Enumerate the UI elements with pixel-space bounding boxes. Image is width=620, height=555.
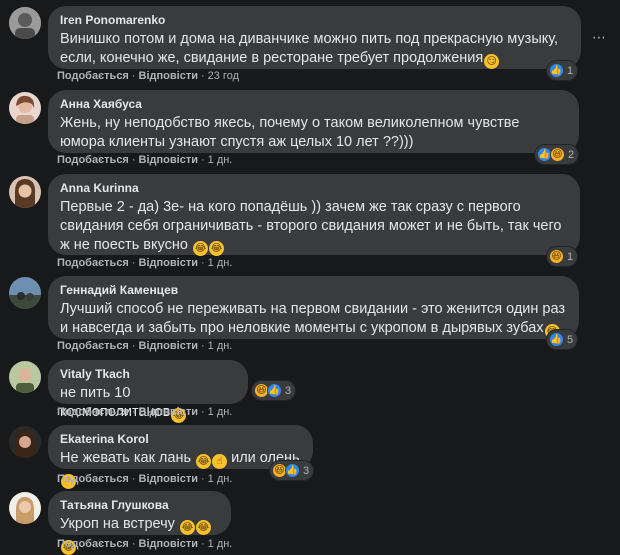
comment-text: Лучший способ не переживать на первом св… — [60, 300, 567, 339]
like-link[interactable]: Подобається — [57, 473, 129, 485]
comment-author[interactable]: Ekaterina Korol — [60, 432, 301, 447]
reaction-count: 3 — [285, 384, 292, 397]
comment-bubble: Anna Kurinna Первые 2 - да) 3е- на кого … — [48, 174, 580, 256]
reply-link[interactable]: Відповісти — [139, 406, 198, 418]
like-icon: 👍 — [267, 383, 282, 398]
comment-bubble: Татьяна Глушкова Укроп на встречу 😂 😂😂 — [48, 491, 231, 555]
comment-text: Первые 2 - да) 3е- на кого попадёшь )) з… — [60, 199, 562, 256]
like-link[interactable]: Подобається — [57, 340, 129, 352]
comment-actions: Подобається · Відповісти · 1 дн. — [57, 340, 233, 352]
haha-icon: 😆 — [550, 147, 565, 162]
reaction-count: 3 — [303, 464, 310, 477]
reaction-summary[interactable]: 😆 👍 3 — [252, 381, 296, 400]
comment-text: Жень, ну неподобство якесь, почему о так… — [60, 115, 520, 150]
like-link[interactable]: Подобається — [57, 257, 129, 269]
comment-time[interactable]: 1 дн. — [208, 257, 233, 269]
laughing-emoji: 😂 — [192, 241, 208, 256]
like-link[interactable]: Подобається — [57, 406, 129, 418]
avatar[interactable] — [9, 426, 41, 458]
comment-actions: Подобається · Відповісти · 1 дн. — [57, 257, 233, 269]
comment-time[interactable]: 23 год — [208, 70, 239, 82]
reaction-count: 2 — [568, 148, 575, 161]
haha-icon: 😆 — [549, 249, 564, 264]
laughing-emoji: 😂 — [195, 520, 211, 535]
like-icon: 👍 — [549, 63, 564, 78]
comment-author[interactable]: Anna Kurinna — [60, 181, 568, 196]
reply-link[interactable]: Відповісти — [139, 70, 198, 82]
reaction-summary[interactable]: 👍 1 — [547, 61, 578, 80]
avatar[interactable] — [9, 176, 41, 208]
reply-link[interactable]: Відповісти — [139, 340, 198, 352]
reply-link[interactable]: Відповісти — [139, 538, 198, 550]
avatar[interactable] — [9, 492, 41, 524]
reaction-summary[interactable]: 👍 5 — [547, 330, 578, 349]
reaction-summary[interactable]: 😆 👍 3 — [270, 461, 314, 480]
avatar[interactable] — [9, 277, 41, 309]
comment-author[interactable]: Iren Ponomarenko — [60, 13, 569, 28]
comment-author[interactable]: Татьяна Глушкова — [60, 498, 219, 513]
comment-bubble: Анна Хаябуса Жень, ну неподобство якесь,… — [48, 90, 579, 153]
comment-author[interactable]: Анна Хаябуса — [60, 97, 567, 112]
like-link[interactable]: Подобається — [57, 70, 129, 82]
comment-text: Винишко потом и дома на диванчике можно … — [60, 31, 559, 69]
reaction-count: 5 — [567, 333, 574, 346]
smirk-emoji: 😏 — [484, 54, 500, 69]
avatar[interactable] — [9, 92, 41, 124]
laughing-emoji: 😂 — [196, 454, 212, 469]
avatar[interactable] — [9, 361, 41, 393]
like-link[interactable]: Подобається — [57, 538, 129, 550]
avatar[interactable] — [9, 7, 41, 39]
laughing-emoji: 😂 — [208, 241, 224, 256]
point-up-emoji: ☝ — [212, 454, 228, 469]
comment-actions: Подобається · Відповісти · 23 год — [57, 70, 239, 82]
comment-actions: Подобається · Відповісти · 1 дн. — [57, 538, 233, 550]
comment-author[interactable]: Vitaly Tkach — [60, 367, 236, 382]
reaction-summary[interactable]: 👍 😆 2 — [535, 145, 579, 164]
reaction-summary[interactable]: 😆 1 — [547, 247, 578, 266]
comment-actions: Подобається · Відповісти · 1 дн. — [57, 473, 233, 485]
reply-link[interactable]: Відповісти — [139, 473, 198, 485]
comment-time[interactable]: 1 дн. — [208, 154, 233, 166]
comment-bubble: Iren Ponomarenko Винишко потом и дома на… — [48, 6, 581, 69]
comment-time[interactable]: 1 дн. — [208, 538, 233, 550]
reply-link[interactable]: Відповісти — [139, 257, 198, 269]
like-icon: 👍 — [549, 332, 564, 347]
more-options-icon[interactable]: ⋯ — [592, 30, 606, 44]
laughing-emoji: 😂 — [179, 520, 195, 535]
reaction-count: 1 — [567, 250, 574, 263]
comment-bubble: Vitaly Tkach не пить 10 космополитанов 😂 — [48, 360, 248, 423]
comment-bubble: Геннадий Каменцев Лучший способ не переж… — [48, 276, 579, 339]
like-link[interactable]: Подобається — [57, 154, 129, 166]
reaction-count: 1 — [567, 64, 574, 77]
reply-link[interactable]: Відповісти — [139, 154, 198, 166]
comment-actions: Подобається · Відповісти · 1 дн. — [57, 406, 233, 418]
comment-author[interactable]: Геннадий Каменцев — [60, 283, 567, 298]
like-icon: 👍 — [285, 463, 300, 478]
comment-time[interactable]: 1 дн. — [208, 406, 233, 418]
comment-time[interactable]: 1 дн. — [208, 473, 233, 485]
comment-time[interactable]: 1 дн. — [208, 340, 233, 352]
comment-actions: Подобається · Відповісти · 1 дн. — [57, 154, 233, 166]
